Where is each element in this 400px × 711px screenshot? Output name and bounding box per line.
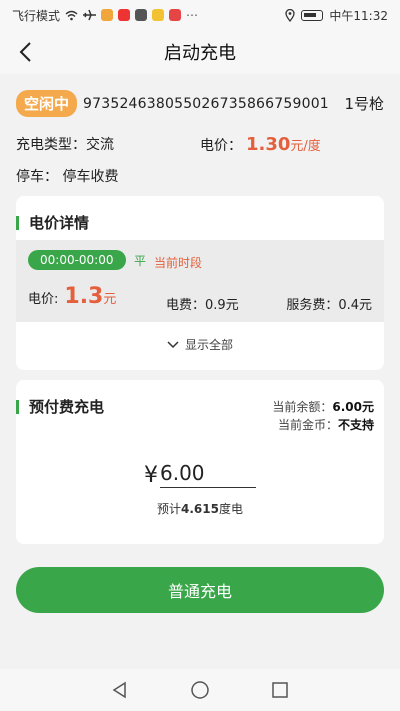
back-arrow-icon[interactable] — [14, 39, 40, 65]
balance-value: 6.00元 — [332, 400, 374, 414]
current-period-panel: 00:00-00:00 平 当前时段 电价: 1.3 元 电费：0.9元 服务费… — [16, 240, 384, 322]
airplane-mode-text: 飞行模式 — [12, 8, 61, 23]
parking-label: 停车： — [16, 169, 58, 185]
balance-area: 当前余额：6.00元 当前金币：不支持 — [272, 398, 374, 434]
title-accent-bar — [16, 399, 19, 414]
notification-app-icon-5 — [169, 9, 182, 21]
weibo-icon — [118, 9, 131, 21]
estimate-suffix: 度电 — [218, 502, 243, 516]
period-time-pill: 00:00-00:00 — [28, 250, 126, 270]
prepay-card: 预付费充电 当前余额：6.00元 当前金币：不支持 ¥ 预计4.615度电 — [16, 380, 384, 544]
parking-value: 停车收费 — [62, 169, 119, 185]
station-info: 空闲中 973524638055026735866759001 1号枪 充电类型… — [0, 74, 400, 192]
prepay-title-text: 预付费充电 — [29, 398, 105, 416]
notification-app-icon-1 — [101, 9, 114, 21]
period-price-label: 电价: — [28, 292, 59, 307]
normal-charge-button[interactable]: 普通充电 — [16, 567, 384, 613]
airplane-icon — [83, 9, 97, 21]
system-nav-bar — [0, 669, 400, 711]
show-all-label: 显示全部 — [184, 338, 233, 352]
amount-row: ¥ — [16, 458, 384, 488]
status-badge: 空闲中 — [16, 90, 78, 117]
title-accent-bar — [16, 215, 19, 230]
price-details-title-text: 电价详情 — [29, 214, 90, 232]
more-notifications-icon: ⋯ — [186, 8, 200, 22]
clock: 中午11:32 — [329, 8, 388, 23]
gun-label: 1号枪 — [344, 95, 384, 113]
coins-value: 不支持 — [337, 418, 374, 432]
charge-type-value: 交流 — [86, 137, 114, 153]
period-type: 平 — [134, 254, 147, 268]
nav-back-icon[interactable] — [108, 678, 132, 702]
nav-recents-icon[interactable] — [268, 678, 292, 702]
notification-app-icon-4 — [152, 9, 165, 21]
wifi-icon — [65, 10, 78, 20]
nav-bar: 启动充电 — [0, 30, 400, 74]
period-price-value: 1.3 — [64, 284, 104, 309]
chevron-down-icon — [167, 340, 179, 348]
charge-type-label: 充电类型： — [16, 137, 86, 153]
estimate-value: 4.615 — [181, 502, 219, 516]
location-icon — [285, 8, 296, 22]
price-value: 1.30 — [246, 133, 291, 155]
device-id: 973524638055026735866759001 — [83, 95, 329, 112]
coins-label: 当前金币： — [277, 418, 338, 432]
show-all-button[interactable]: 显示全部 — [16, 336, 384, 353]
electric-fee: 电费：0.9元 — [166, 298, 239, 313]
price-unit: 元/度 — [290, 138, 321, 154]
price-label: 电价： — [200, 137, 242, 154]
estimate-text: 预计4.615度电 — [16, 500, 384, 517]
notification-app-icon-3 — [135, 9, 148, 21]
service-fee: 服务费：0.4元 — [286, 298, 372, 313]
currency-symbol: ¥ — [144, 463, 158, 488]
prepay-title: 预付费充电 — [16, 396, 104, 417]
price-details-title: 电价详情 — [16, 212, 89, 233]
current-period-label: 当前时段 — [154, 256, 203, 270]
estimate-prefix: 预计 — [157, 502, 182, 516]
prepay-amount-input[interactable] — [160, 458, 256, 488]
period-price-unit: 元 — [103, 292, 117, 307]
nav-home-icon[interactable] — [188, 678, 212, 702]
status-bar: 飞行模式 ⋯ 中午11:32 — [0, 0, 400, 30]
balance-label: 当前余额： — [272, 400, 333, 414]
battery-icon — [301, 9, 324, 21]
page-title: 启动充电 — [164, 43, 236, 64]
price-details-card: 电价详情 00:00-00:00 平 当前时段 电价: 1.3 元 电费：0.9… — [16, 196, 384, 370]
